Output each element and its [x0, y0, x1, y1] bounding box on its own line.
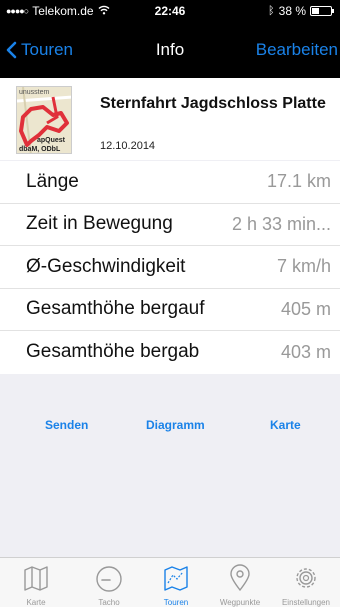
thumbnail-text-1: unusstem: [19, 89, 50, 96]
stat-value: 403 m: [280, 341, 331, 362]
tour-map-thumbnail[interactable]: unusstem apQuest dbaM, ODbL: [16, 86, 72, 154]
stat-label: Gesamthöhe bergab: [26, 341, 200, 363]
map-icon: [24, 566, 48, 591]
battery-fill: [312, 8, 319, 14]
tab-label: Karte: [26, 598, 46, 607]
stat-value: 17.1 km: [266, 171, 331, 192]
tab-label: Tacho: [98, 598, 120, 607]
thumbnail-text-2: apQuest: [37, 137, 66, 144]
tab-label: Wegpunkte: [219, 598, 261, 607]
stats-list: Länge 17.1 km Zeit in Bewegung 2 h 33 mi…: [0, 161, 340, 374]
tab-tours[interactable]: Touren: [142, 558, 210, 607]
tab-label: Einstellungen: [281, 598, 331, 607]
send-button[interactable]: Senden: [45, 418, 88, 432]
edit-button[interactable]: Bearbeiten: [256, 40, 338, 60]
gear-icon: [296, 568, 316, 588]
action-links: Senden Diagramm Karte: [0, 418, 340, 438]
stat-label: Zeit in Bewegung: [26, 213, 173, 235]
stat-row-moving-time: Zeit in Bewegung 2 h 33 min...: [0, 204, 340, 246]
stat-row-ascent: Gesamthöhe bergauf 405 m: [0, 289, 340, 331]
diagram-button[interactable]: Diagramm: [146, 418, 205, 432]
status-bar: ●●●●○ Telekom.de 22:46 ᛒ 38 %: [0, 0, 340, 22]
stat-value: 2 h 33 min...: [231, 213, 331, 234]
tab-map[interactable]: Karte: [2, 558, 70, 607]
tab-settings[interactable]: Einstellungen: [272, 558, 340, 607]
stat-label: Ø-Geschwindigkeit: [26, 255, 186, 277]
tab-bar: Karte Tacho Touren Wegpunkte Einstellung…: [0, 557, 340, 607]
stat-value: 405 m: [280, 298, 331, 319]
navigation-bar: Touren Info Bearbeiten: [0, 22, 340, 78]
thumbnail-text-3: dbaM, ODbL: [19, 146, 61, 153]
tour-name: Sternfahrt Jagdschloss Platte: [100, 95, 326, 112]
status-battery-group: ᛒ 38 %: [268, 4, 334, 18]
bluetooth-icon: ᛒ: [268, 5, 275, 17]
tour-date: 12.10.2014: [100, 140, 156, 152]
stat-row-descent: Gesamthöhe bergab 403 m: [0, 331, 340, 374]
tours-icon: [164, 566, 188, 591]
stat-label: Länge: [26, 170, 79, 192]
stat-value: 7 km/h: [276, 256, 331, 277]
tab-waypoints[interactable]: Wegpunkte: [206, 558, 274, 607]
tab-speedometer[interactable]: Tacho: [75, 558, 143, 607]
tour-header: unusstem apQuest dbaM, ODbL Sternfahrt J…: [0, 78, 340, 160]
waypoint-icon: [230, 564, 250, 592]
tab-label: Touren: [163, 598, 189, 607]
map-button[interactable]: Karte: [270, 418, 301, 432]
stat-row-length: Länge 17.1 km: [0, 161, 340, 204]
stat-row-speed: Ø-Geschwindigkeit 7 km/h: [0, 246, 340, 289]
battery-percent: 38 %: [278, 4, 306, 18]
stat-label: Gesamthöhe bergauf: [26, 298, 205, 320]
speedometer-icon: [96, 566, 122, 592]
battery-icon: [310, 6, 334, 16]
